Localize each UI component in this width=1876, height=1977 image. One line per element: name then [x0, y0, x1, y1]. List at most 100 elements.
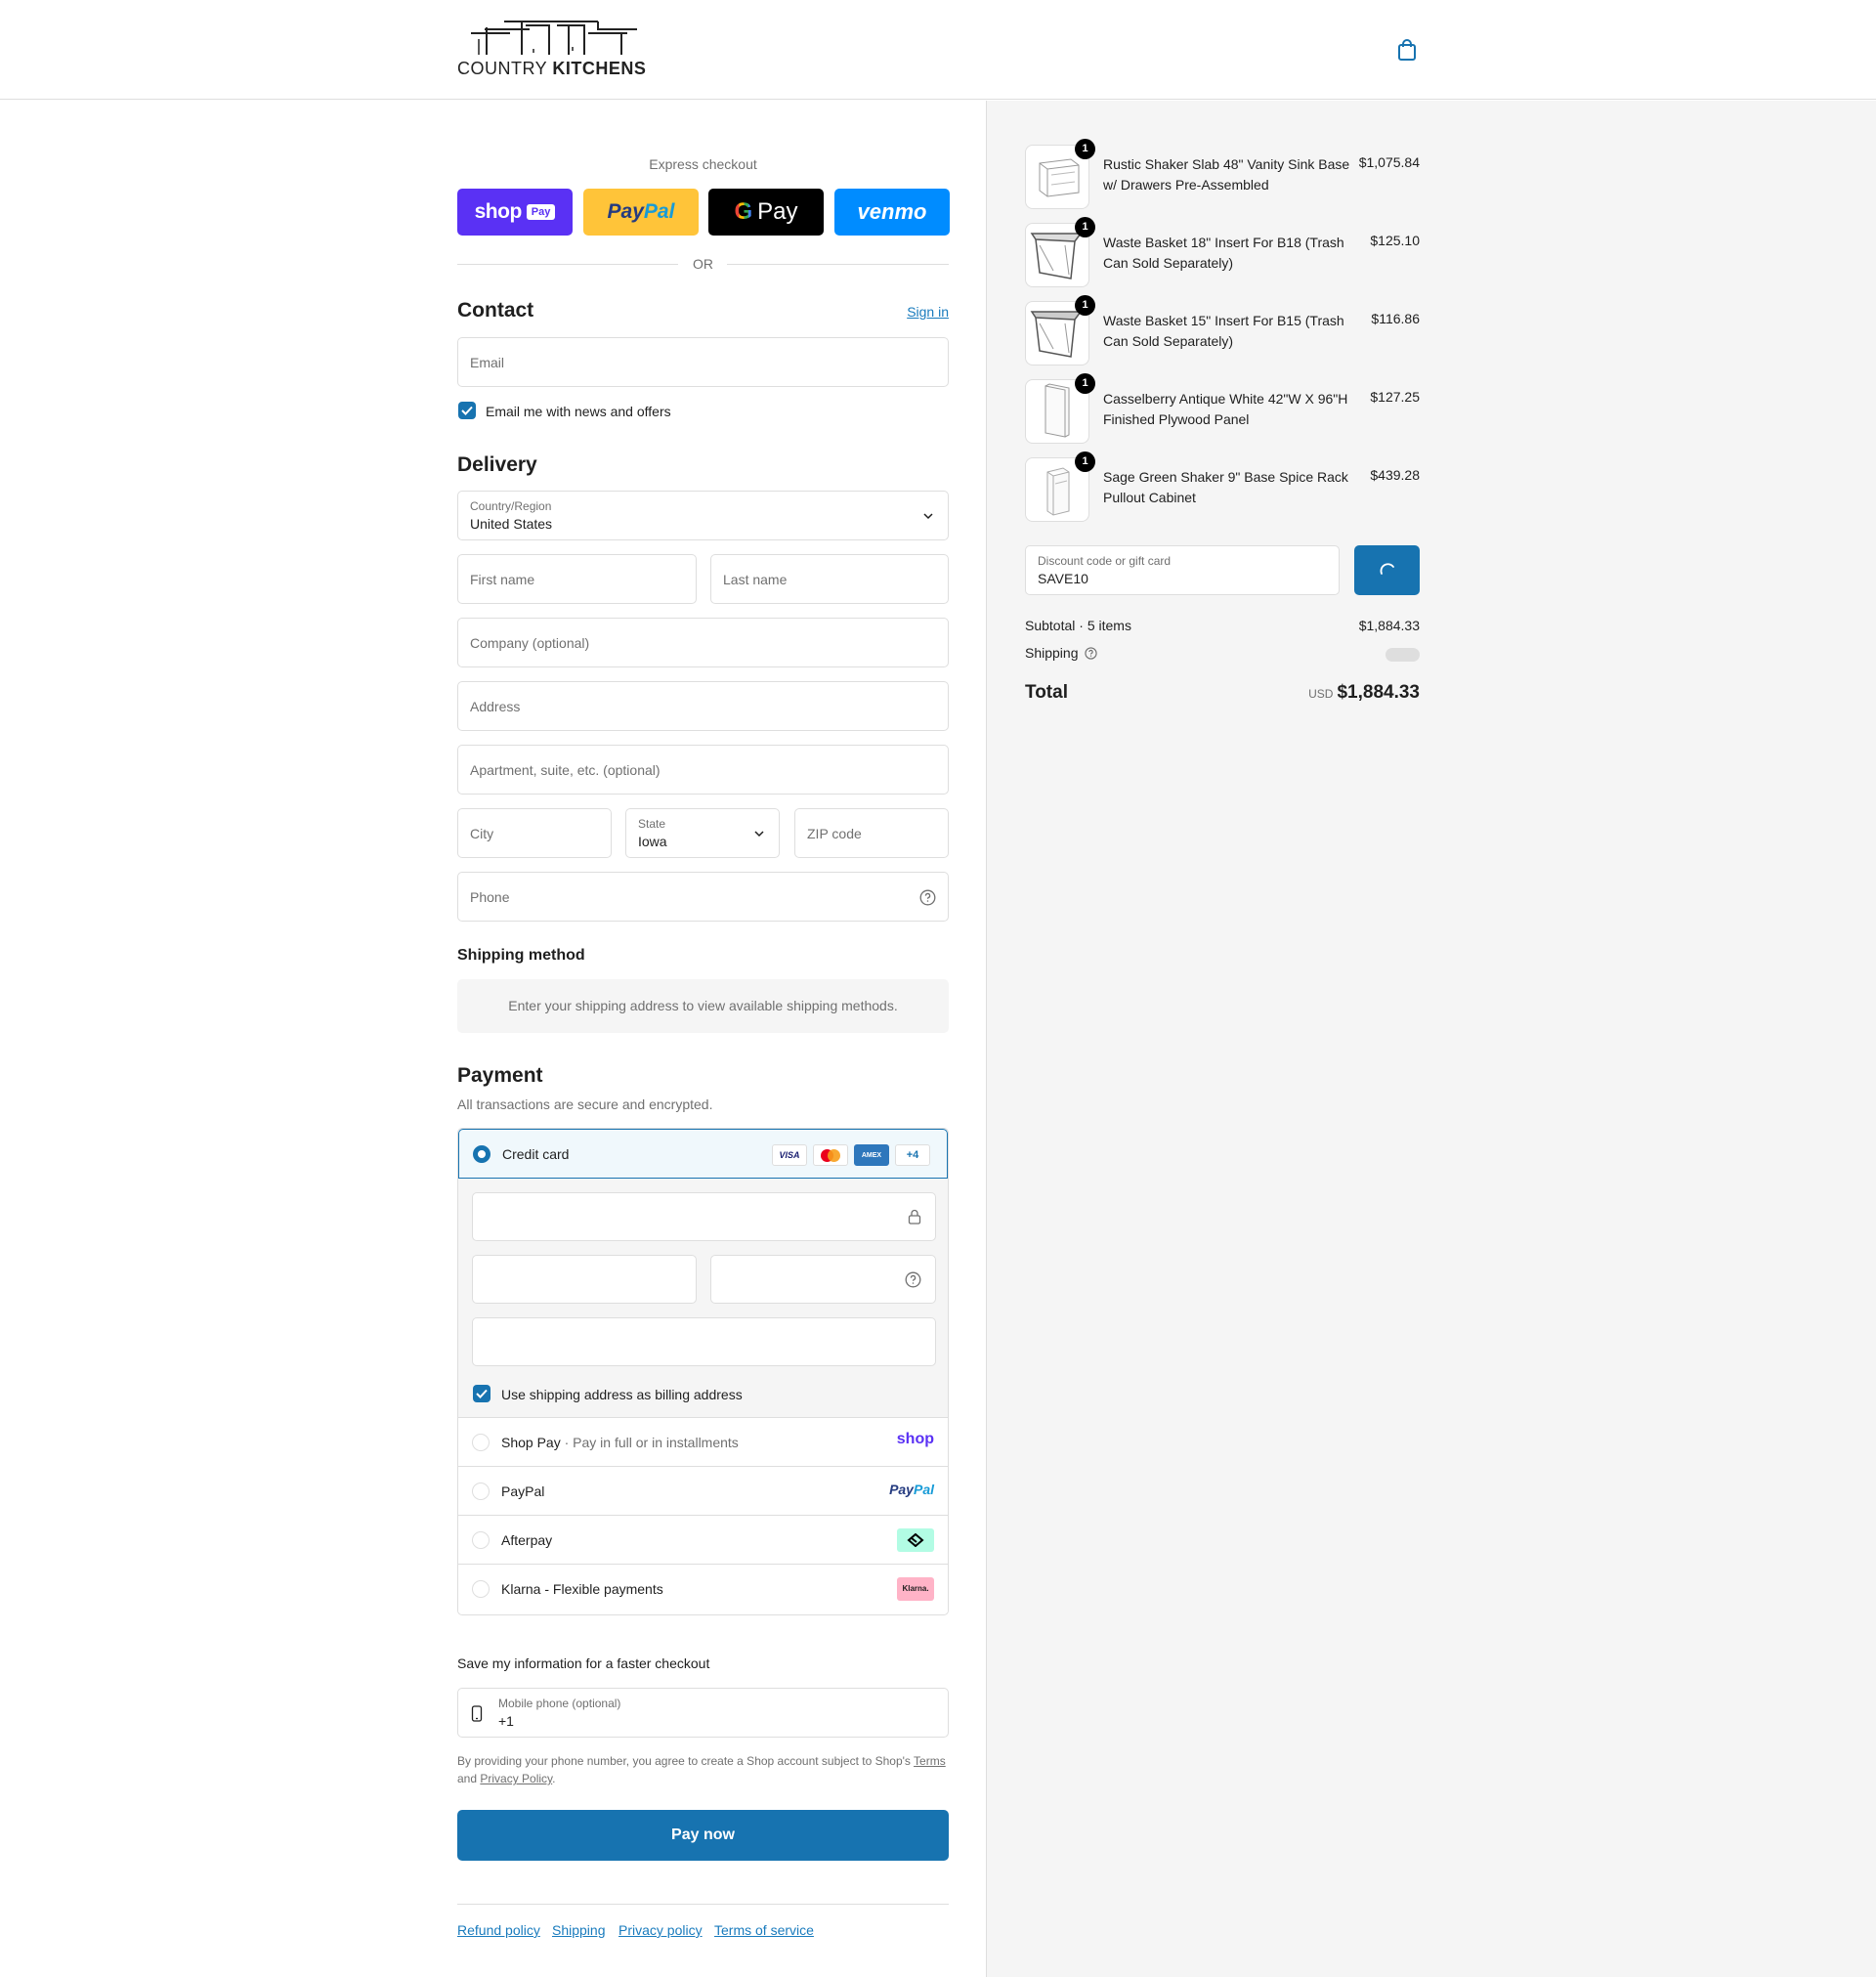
paypal-button[interactable]: Pay Pal — [583, 189, 699, 236]
shipping-method-notice: Enter your shipping address to view avai… — [457, 979, 949, 1033]
country-select[interactable]: Country/Region United States — [457, 491, 949, 540]
company-field[interactable]: Company (optional) — [457, 618, 949, 667]
product-thumbnail: 1 — [1025, 139, 1095, 209]
shop-legal-text: By providing your phone number, you agre… — [457, 1754, 946, 1785]
venmo-button[interactable]: venmo — [834, 189, 950, 236]
google-pay-label: Pay — [757, 198, 798, 225]
shop-terms-link[interactable]: Terms — [914, 1754, 946, 1768]
paypal-logo-pal: Pal — [643, 200, 675, 223]
shopping-bag-icon[interactable] — [1396, 38, 1418, 62]
card-number-field[interactable] — [472, 1192, 936, 1241]
discount-value: SAVE10 — [1038, 571, 1088, 586]
save-info-heading: Save my information for a faster checkou… — [457, 1655, 710, 1671]
paypal-option[interactable]: PayPal PayPal — [458, 1466, 948, 1515]
afterpay-label: Afterpay — [501, 1532, 553, 1548]
product-thumbnail: 1 — [1025, 451, 1095, 522]
quantity-badge: 1 — [1075, 217, 1095, 237]
shop-pay-logo: shop — [474, 200, 523, 223]
card-name-field[interactable] — [472, 1317, 936, 1366]
line-item: 1 Rustic Shaker Slab 48" Vanity Sink Bas… — [1025, 139, 1420, 209]
product-thumbnail: 1 — [1025, 217, 1095, 287]
afterpay-option[interactable]: Afterpay — [458, 1515, 948, 1564]
klarna-radio[interactable] — [472, 1580, 490, 1598]
discount-code-field[interactable]: Discount code or gift card SAVE10 — [1025, 545, 1340, 595]
address-field[interactable]: Address — [457, 681, 949, 731]
product-thumbnail: 1 — [1025, 295, 1095, 365]
help-circle-icon[interactable] — [1085, 647, 1098, 660]
footer-divider — [457, 1904, 949, 1905]
product-name: Casselberry Antique White 42"W X 96"H Fi… — [1103, 391, 1348, 427]
zip-field[interactable]: ZIP code — [794, 808, 949, 858]
shipping-policy-link[interactable]: Shipping — [552, 1922, 606, 1938]
help-circle-icon[interactable] — [919, 889, 936, 906]
state-label: State — [638, 817, 666, 831]
mobile-phone-value: +1 — [498, 1713, 514, 1729]
shop-pay-radio[interactable] — [472, 1434, 490, 1451]
apartment-placeholder: Apartment, suite, etc. (optional) — [470, 762, 661, 778]
zip-placeholder: ZIP code — [807, 826, 862, 841]
shop-privacy-link[interactable]: Privacy Policy — [480, 1772, 552, 1785]
shipping-row: Shipping — [1025, 645, 1420, 665]
product-thumbnail: 1 — [1025, 373, 1095, 444]
billing-same-checkbox[interactable] — [473, 1385, 490, 1402]
state-select[interactable]: State Iowa — [625, 808, 780, 858]
help-circle-icon[interactable] — [905, 1271, 921, 1288]
google-pay-button[interactable]: G Pay — [708, 189, 824, 236]
product-name: Rustic Shaker Slab 48" Vanity Sink Base … — [1103, 156, 1350, 193]
news-offers-checkbox[interactable] — [458, 402, 476, 419]
contact-heading: Contact — [457, 299, 534, 322]
subtotal-row: Subtotal · 5 items $1,884.33 — [1025, 618, 1420, 637]
or-divider: OR — [457, 254, 949, 274]
quantity-badge: 1 — [1075, 295, 1095, 316]
credit-card-option[interactable]: Credit card VISA AMEX +4 — [458, 1129, 948, 1179]
terms-of-service-link[interactable]: Terms of service — [714, 1922, 814, 1938]
card-expiry-field[interactable] — [472, 1255, 697, 1304]
apply-discount-button[interactable] — [1354, 545, 1420, 595]
last-name-placeholder: Last name — [723, 572, 788, 587]
phone-field[interactable]: Phone — [457, 872, 949, 922]
company-placeholder: Company (optional) — [470, 635, 590, 651]
city-placeholder: City — [470, 826, 494, 841]
mobile-phone-icon — [471, 1705, 483, 1722]
pay-now-button[interactable]: Pay now — [457, 1810, 949, 1861]
shop-pay-option[interactable]: Shop Pay · Pay in full or in installment… — [458, 1417, 948, 1466]
credit-card-form: Use shipping address as billing address — [458, 1179, 948, 1417]
paypal-label: PayPal — [501, 1483, 545, 1499]
phone-placeholder: Phone — [470, 889, 510, 905]
mobile-phone-field[interactable]: Mobile phone (optional) +1 — [457, 1688, 949, 1738]
subtotal-value: $1,884.33 — [1358, 618, 1420, 633]
amex-icon: AMEX — [854, 1144, 889, 1166]
google-g-icon: G — [734, 198, 753, 225]
first-name-placeholder: First name — [470, 572, 535, 587]
kitchen-cabinet-logo-icon — [471, 21, 637, 55]
card-cvv-field[interactable] — [710, 1255, 936, 1304]
email-placeholder: Email — [470, 355, 505, 370]
city-field[interactable]: City — [457, 808, 612, 858]
sign-in-link[interactable]: Sign in — [907, 304, 949, 320]
subtotal-label: Subtotal · 5 items — [1025, 618, 1131, 633]
chevron-down-icon — [754, 831, 764, 838]
refund-policy-link[interactable]: Refund policy — [457, 1922, 540, 1938]
afterpay-radio[interactable] — [472, 1531, 490, 1549]
apartment-field[interactable]: Apartment, suite, etc. (optional) — [457, 745, 949, 795]
first-name-field[interactable]: First name — [457, 554, 697, 604]
or-label: OR — [693, 256, 713, 272]
news-offers-label: Email me with news and offers — [486, 404, 671, 419]
klarna-logo: Klarna. — [897, 1577, 934, 1601]
email-field[interactable]: Email — [457, 337, 949, 387]
visa-icon: VISA — [772, 1144, 807, 1166]
payment-subtitle: All transactions are secure and encrypte… — [457, 1096, 713, 1112]
product-name: Waste Basket 15" Insert For B15 (Trash C… — [1103, 313, 1344, 349]
credit-card-radio[interactable] — [473, 1145, 490, 1163]
quantity-badge: 1 — [1075, 451, 1095, 472]
brand-logo[interactable]: COUNTRY KITCHENS — [457, 20, 653, 80]
klarna-option[interactable]: Klarna - Flexible payments Klarna. — [458, 1564, 948, 1612]
checkmark-icon — [476, 1389, 488, 1398]
last-name-field[interactable]: Last name — [710, 554, 949, 604]
quantity-badge: 1 — [1075, 139, 1095, 159]
chevron-down-icon — [923, 513, 933, 520]
paypal-radio[interactable] — [472, 1483, 490, 1500]
privacy-policy-link[interactable]: Privacy policy — [618, 1922, 703, 1938]
state-value: Iowa — [638, 834, 667, 849]
shop-pay-button[interactable]: shop Pay — [457, 189, 573, 236]
